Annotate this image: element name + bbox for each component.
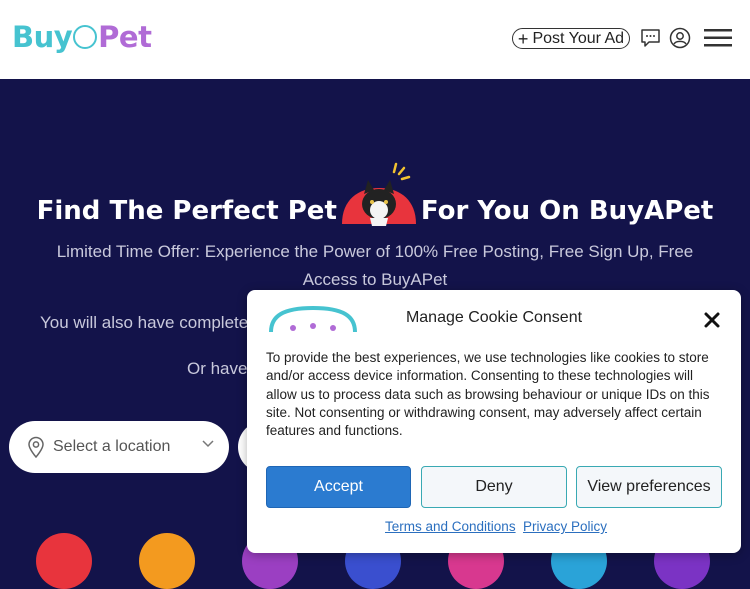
location-pin-icon xyxy=(28,436,44,458)
hero-subtitle: Limited Time Offer: Experience the Power… xyxy=(56,242,694,289)
post-ad-label: Post Your Ad xyxy=(532,29,625,47)
category-cat-icon[interactable] xyxy=(139,533,195,589)
location-placeholder: Select a location xyxy=(53,438,171,455)
logo-face-icon xyxy=(73,25,98,49)
close-icon[interactable] xyxy=(703,311,721,329)
chat-icon[interactable] xyxy=(640,28,661,48)
site-logo[interactable]: Buy Pet xyxy=(12,20,152,54)
chevron-down-icon xyxy=(202,440,214,448)
user-icon[interactable] xyxy=(669,27,691,49)
cookie-dialog-title: Manage Cookie Consent xyxy=(405,309,583,326)
hero-line-2: You will also have complete ac xyxy=(40,313,271,332)
accept-button[interactable]: Accept xyxy=(266,466,411,508)
cookie-consent-dialog: Manage Cookie Consent To provide the bes… xyxy=(247,290,741,553)
hero-title: Find The Perfect Pet For You On BuyAPet xyxy=(36,196,714,226)
category-dog-icon[interactable] xyxy=(36,533,92,589)
menu-icon[interactable] xyxy=(704,28,732,48)
post-ad-button[interactable]: + Post Your Ad xyxy=(512,28,630,49)
deny-button[interactable]: Deny xyxy=(421,466,567,508)
view-preferences-button[interactable]: View preferences xyxy=(576,466,722,508)
location-select[interactable]: Select a location xyxy=(9,421,229,473)
cookie-dialog-body: To provide the best experiences, we use … xyxy=(266,350,710,439)
top-navbar: Buy Pet + Post Your Ad xyxy=(0,0,750,79)
hero-line-3: Or have xyxy=(187,359,248,378)
plus-icon: + xyxy=(517,28,529,49)
privacy-link[interactable]: Privacy Policy xyxy=(523,519,607,534)
terms-link[interactable]: Terms and Conditions xyxy=(385,519,516,534)
